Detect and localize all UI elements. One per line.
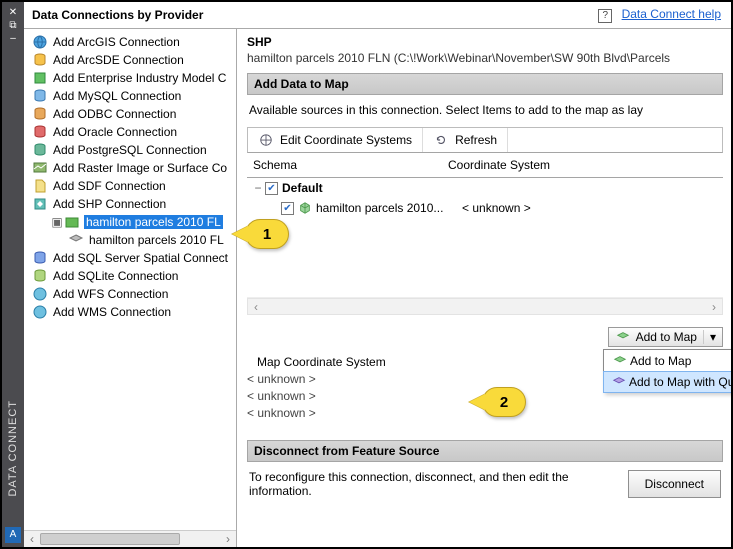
disconnect-button[interactable]: Disconnect — [628, 470, 721, 498]
tree-item-mysql[interactable]: Add MySQL Connection — [28, 87, 236, 105]
schema-item-coord: < unknown > — [452, 201, 531, 215]
disconnect-section-header: Disconnect from Feature Source — [247, 440, 723, 462]
dropdown-item-add-to-map[interactable]: Add to Map — [604, 350, 731, 372]
details-pane: SHP hamilton parcels 2010 FLN (C:\!Work\… — [237, 29, 731, 547]
map-coord-values: < unknown > < unknown > < unknown > — [247, 371, 457, 422]
tree-item-shp[interactable]: Add SHP Connection — [28, 195, 236, 213]
disconnect-text: To reconfigure this connection, disconne… — [249, 470, 628, 498]
db-icon — [32, 106, 48, 122]
tree-horizontal-scrollbar[interactable]: ‹ › — [24, 530, 236, 547]
scroll-thumb[interactable] — [40, 533, 180, 545]
tree-item-oracle[interactable]: Add Oracle Connection — [28, 123, 236, 141]
checkbox[interactable]: ✔ — [281, 202, 294, 215]
query-icon — [609, 375, 629, 389]
collapse-icon[interactable]: ▣ — [50, 215, 64, 229]
add-to-map-button[interactable]: Add to Map ▾ — [608, 327, 723, 347]
schema-toolbar: Edit Coordinate Systems Refresh — [247, 127, 723, 153]
connections-tree-pane: Add ArcGIS Connection Add ArcSDE Connect… — [24, 29, 237, 547]
add-data-section-header: Add Data to Map — [247, 73, 723, 95]
raster-icon — [32, 160, 48, 176]
shp-icon — [32, 196, 48, 212]
schema-column-header[interactable]: Schema — [247, 153, 442, 177]
help-link-wrap: ? Data Connect help — [598, 7, 721, 23]
tree-item-postgres[interactable]: Add PostgreSQL Connection — [28, 141, 236, 159]
scroll-right-icon[interactable]: › — [221, 532, 235, 546]
map-coord-system-label: Map Coordinate System — [257, 355, 457, 369]
tree-item-wms[interactable]: Add WMS Connection — [28, 303, 236, 321]
tree-item-enterprise[interactable]: Add Enterprise Industry Model C — [28, 69, 236, 87]
db-icon — [32, 124, 48, 140]
app-logo-icon: A — [5, 527, 21, 543]
add-layer-icon — [615, 330, 631, 344]
db-icon — [32, 142, 48, 158]
palette-title: DATA CONNECT — [7, 400, 19, 497]
tree-item-arcgis[interactable]: Add ArcGIS Connection — [28, 33, 236, 51]
available-sources-text: Available sources in this connection. Se… — [247, 95, 723, 127]
tree-item-arcsde[interactable]: Add ArcSDE Connection — [28, 51, 236, 69]
tree-item-sqlite[interactable]: Add SQLite Connection — [28, 267, 236, 285]
chevron-down-icon[interactable]: ▾ — [703, 330, 716, 344]
callout-1: 1 — [245, 219, 289, 249]
db-icon — [32, 52, 48, 68]
tree-item-wfs[interactable]: Add WFS Connection — [28, 285, 236, 303]
connections-tree[interactable]: Add ArcGIS Connection Add ArcSDE Connect… — [24, 29, 236, 530]
globe-icon — [32, 34, 48, 50]
refresh-button[interactable]: Refresh — [423, 128, 508, 152]
add-to-map-dropdown: Add to Map Add to Map with Query — [603, 349, 731, 393]
globe-icon — [32, 286, 48, 302]
schema-default-label: Default — [282, 181, 323, 195]
panel-header: Data Connections by Provider ? Data Conn… — [24, 2, 731, 29]
connection-path: hamilton parcels 2010 FLN (C:\!Work\Webi… — [247, 51, 723, 65]
edit-coordinate-systems-button[interactable]: Edit Coordinate Systems — [248, 128, 423, 152]
dropdown-item-add-with-query[interactable]: Add to Map with Query — [603, 371, 731, 393]
minimize-icon[interactable]: – — [2, 32, 24, 45]
globe-icon — [32, 304, 48, 320]
tree-item-odbc[interactable]: Add ODBC Connection — [28, 105, 236, 123]
add-layer-icon — [610, 354, 630, 368]
enterprise-icon — [32, 70, 48, 86]
schema-item-label: hamilton parcels 2010... — [312, 201, 452, 215]
help-link[interactable]: Data Connect help — [622, 7, 721, 21]
tree-item-hamilton-folder[interactable]: ▣hamilton parcels 2010 FL — [28, 213, 236, 231]
palette-strip: ✕ ⧉ – DATA CONNECT A — [2, 2, 24, 547]
layer-icon — [68, 232, 84, 248]
help-icon: ? — [598, 9, 612, 23]
refresh-icon — [433, 132, 449, 148]
scroll-right-icon[interactable]: › — [707, 300, 721, 314]
tree-item-sdf[interactable]: Add SDF Connection — [28, 177, 236, 195]
checkbox[interactable]: ✔ — [265, 182, 278, 195]
globe-icon — [258, 132, 274, 148]
feature-class-icon — [298, 201, 312, 215]
tree-item-sqlserver[interactable]: Add SQL Server Spatial Connect — [28, 249, 236, 267]
scroll-left-icon[interactable]: ‹ — [25, 532, 39, 546]
schema-list[interactable]: − ✔ Default ✔ hamilton parcels 2010... <… — [247, 178, 723, 298]
db-icon — [32, 268, 48, 284]
tree-item-hamilton-layer[interactable]: hamilton parcels 2010 FL — [28, 231, 236, 249]
db-icon — [32, 88, 48, 104]
tree-item-raster[interactable]: Add Raster Image or Surface Co — [28, 159, 236, 177]
provider-title: SHP — [247, 35, 723, 49]
file-icon — [32, 178, 48, 194]
list-horizontal-scrollbar[interactable]: ‹ › — [247, 298, 723, 315]
schema-table-header: Schema Coordinate System — [247, 153, 723, 178]
close-icon[interactable]: ✕ — [2, 6, 24, 19]
collapse-icon[interactable]: − — [251, 181, 265, 195]
scroll-left-icon[interactable]: ‹ — [249, 300, 263, 314]
db-icon — [32, 250, 48, 266]
callout-2: 2 — [482, 387, 526, 417]
folder-icon — [64, 214, 80, 230]
panel-title: Data Connections by Provider — [32, 8, 598, 22]
restore-icon[interactable]: ⧉ — [2, 19, 24, 32]
coord-column-header[interactable]: Coordinate System — [442, 153, 556, 177]
